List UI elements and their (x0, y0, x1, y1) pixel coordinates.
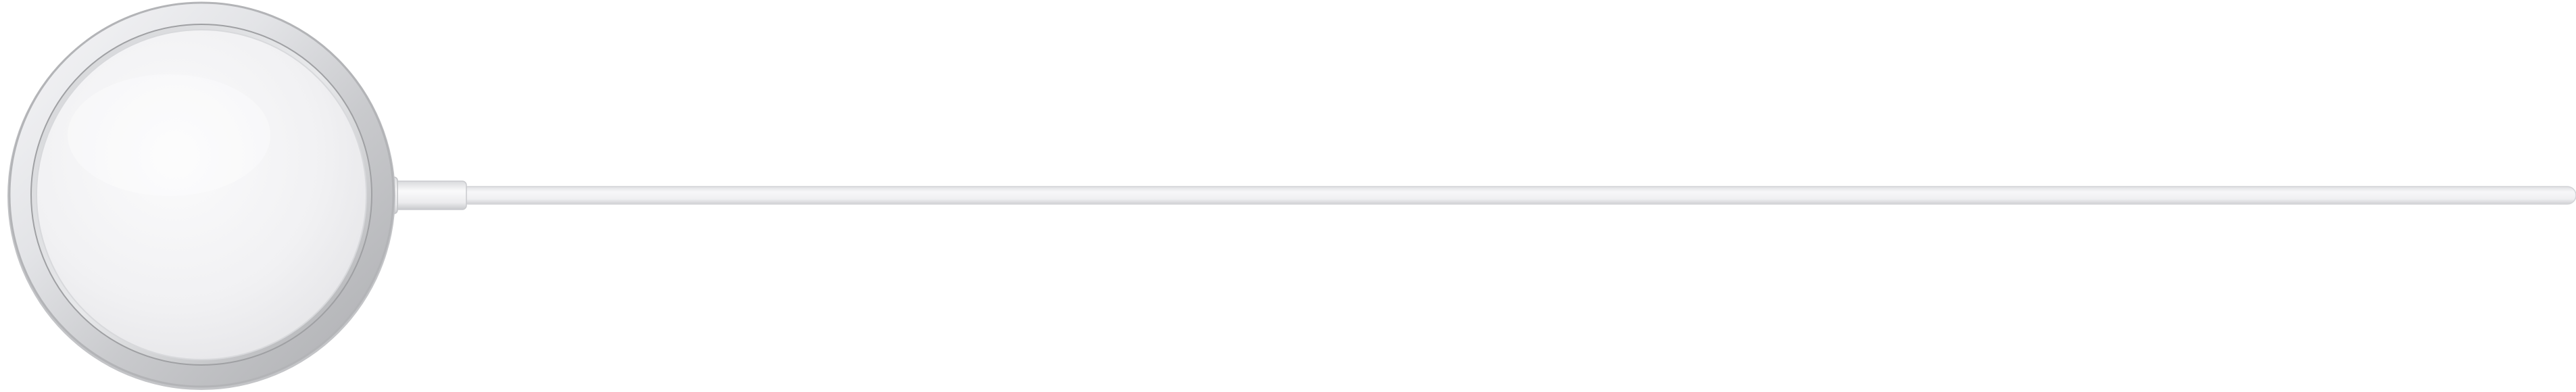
magsafe-charger-illustration (7, 1, 2576, 390)
product-photo (0, 0, 2576, 392)
charger-puck (7, 1, 395, 390)
charging-cable (459, 186, 2576, 205)
